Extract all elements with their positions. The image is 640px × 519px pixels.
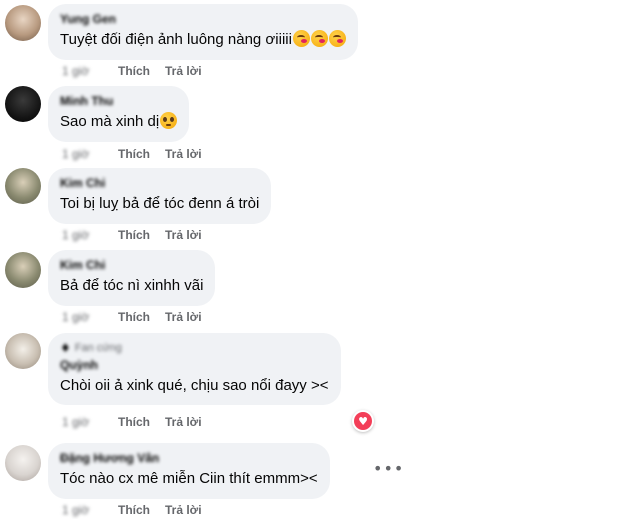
comment-text: Tóc nào cx mê miễn Ciin thít emmm>< bbox=[60, 470, 318, 487]
comment-bubble: ♦ Fan cứng Quỳnh Chòi oii ả xink qué, chị… bbox=[48, 333, 341, 405]
comment-timestamp[interactable]: 1 giờ bbox=[62, 309, 104, 325]
comment-author[interactable]: Kim Chi bbox=[60, 176, 259, 191]
reply-button[interactable]: Trả lời bbox=[165, 146, 202, 162]
like-button[interactable]: Thích bbox=[118, 309, 150, 325]
reply-button[interactable]: Trả lời bbox=[165, 63, 202, 79]
comment-author[interactable]: Đặng Hương Vân bbox=[60, 451, 318, 466]
like-button[interactable]: Thích bbox=[118, 414, 150, 430]
avatar[interactable] bbox=[5, 333, 41, 369]
avatar[interactable] bbox=[5, 5, 41, 41]
like-button[interactable]: Thích bbox=[118, 502, 150, 518]
reply-button[interactable]: Trả lời bbox=[165, 227, 202, 243]
avatar[interactable] bbox=[5, 168, 41, 204]
more-options-icon[interactable]: ••• bbox=[373, 459, 404, 478]
comment-timestamp[interactable]: 1 giờ bbox=[62, 63, 104, 79]
kiss-emoji-icon bbox=[310, 30, 328, 47]
avatar[interactable] bbox=[5, 445, 41, 481]
comment-actions: 1 giờ Thích Trả lời bbox=[62, 146, 202, 162]
avatar[interactable] bbox=[5, 252, 41, 288]
comment-text: Toi bị luỵ bả để tóc đenn á tròi bbox=[60, 195, 260, 212]
comment-timestamp[interactable]: 1 giờ bbox=[62, 227, 104, 243]
reply-button[interactable]: Trả lời bbox=[165, 414, 202, 430]
comment-text: Chòi oii ả xink qué, chịu sao nổi đayy >… bbox=[60, 377, 329, 394]
comment-author[interactable]: Yung Gen bbox=[60, 12, 346, 27]
comment-author[interactable]: Kim Chi bbox=[60, 258, 203, 273]
comment-author[interactable]: ♦ Fan cứng bbox=[60, 341, 329, 356]
comment-bubble: Yung Gen Tuyệt đối điện ảnh luông nàng ơ… bbox=[48, 4, 358, 60]
like-button[interactable]: Thích bbox=[118, 63, 150, 79]
comment-timestamp[interactable]: 1 giờ bbox=[62, 414, 104, 430]
comment-actions: 1 giờ Thích Trả lời bbox=[62, 309, 202, 325]
comment-text: Tuyệt đối điện ảnh luông nàng ơiiiii bbox=[60, 30, 346, 50]
comment-bubble: Kim Chi Bả để tóc nì xinhh vãi bbox=[48, 250, 216, 306]
comment-author[interactable]: Minh Thu bbox=[60, 94, 177, 109]
comment-bubble: Minh Thu Sao mà xinh dị bbox=[48, 86, 190, 142]
comment-text: Bả để tóc nì xinhh vãi bbox=[60, 277, 204, 294]
heart-reaction-badge[interactable]: ♥ bbox=[352, 410, 374, 432]
reply-button[interactable]: Trả lời bbox=[165, 309, 202, 325]
reply-button[interactable]: Trả lời bbox=[165, 502, 202, 518]
comment-timestamp[interactable]: 1 giờ bbox=[62, 146, 104, 162]
kiss-emoji-icon bbox=[328, 30, 346, 47]
like-button[interactable]: Thích bbox=[118, 146, 150, 162]
comment-bubble: Kim Chi Toi bị luỵ bả để tóc đenn á tròi bbox=[48, 168, 272, 224]
comment-bubble: Đặng Hương Vân Tóc nào cx mê miễn Ciin t… bbox=[48, 443, 330, 499]
fan-badge[interactable]: Fan cứng bbox=[75, 341, 122, 356]
comment-actions: 1 giờ Thích Trả lời bbox=[62, 227, 202, 243]
comment-author-name[interactable]: Quỳnh bbox=[60, 358, 329, 373]
comment-actions: 1 giờ Thích Trả lời bbox=[62, 502, 202, 518]
kiss-emoji-icon bbox=[292, 30, 310, 47]
like-button[interactable]: Thích bbox=[118, 227, 150, 243]
pleading-emoji-icon bbox=[160, 112, 178, 129]
comment-text: Sao mà xinh dị bbox=[60, 112, 178, 132]
comment-actions: 1 giờ Thích Trả lời bbox=[62, 414, 202, 430]
heart-icon: ♥ bbox=[354, 412, 372, 430]
avatar[interactable] bbox=[5, 86, 41, 122]
comment-actions: 1 giờ Thích Trả lời bbox=[62, 63, 202, 79]
comment-timestamp[interactable]: 1 giờ bbox=[62, 502, 104, 518]
